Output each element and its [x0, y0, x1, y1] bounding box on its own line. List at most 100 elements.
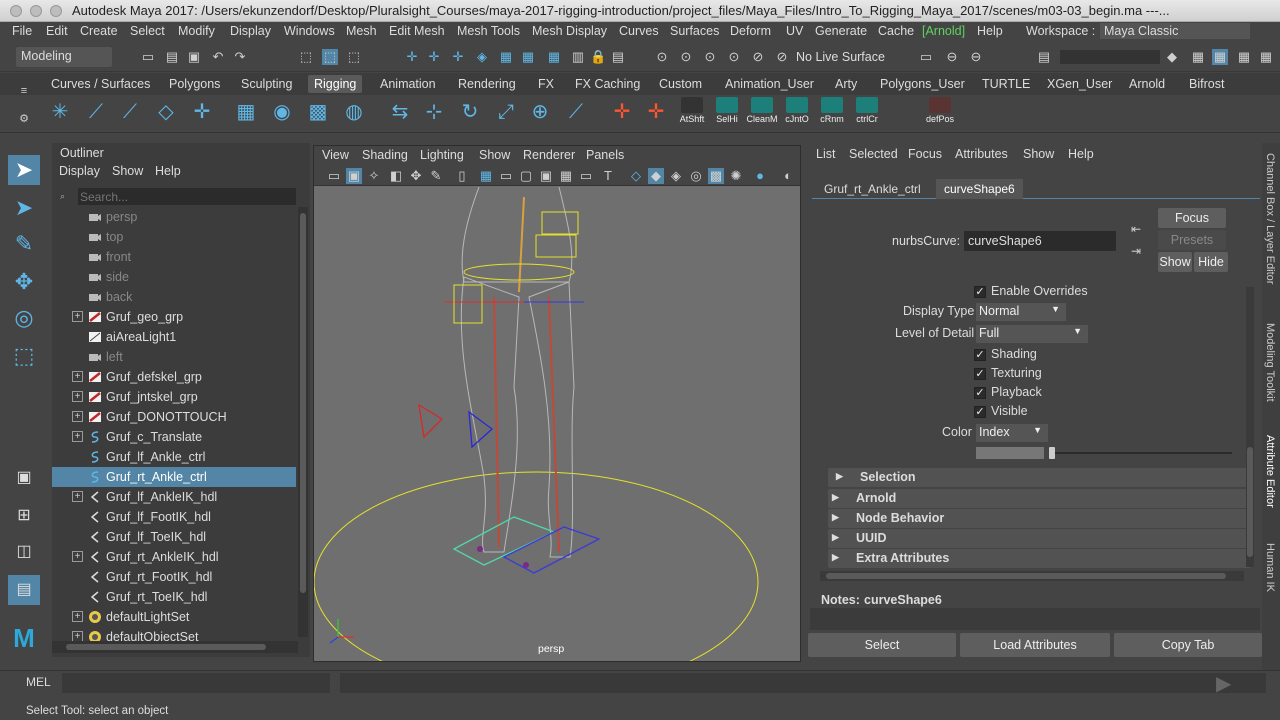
- shelf-tab-polygons-user[interactable]: Polygons_User: [880, 77, 965, 91]
- menu-mesh-display[interactable]: Mesh Display: [532, 24, 607, 38]
- menu-mesh[interactable]: Mesh: [346, 24, 377, 38]
- viewport-menu-renderer[interactable]: Renderer: [523, 148, 575, 162]
- pole-vector-icon[interactable]: ⟋: [562, 98, 590, 126]
- lattice-icon[interactable]: ▩: [304, 98, 332, 126]
- copy-tab-button[interactable]: Copy Tab: [1114, 633, 1262, 657]
- viewport-menu-view[interactable]: View: [322, 148, 349, 162]
- shelf-tab-rendering[interactable]: Rendering: [458, 77, 516, 91]
- shelf-tab-fx[interactable]: FX: [538, 77, 554, 91]
- menu-windows[interactable]: Windows: [284, 24, 335, 38]
- menu-curves[interactable]: Curves: [619, 24, 659, 38]
- outliner-item[interactable]: Gruf_lf_FootIK_hdl: [52, 507, 296, 527]
- lock-icon[interactable]: 🔒: [590, 49, 606, 65]
- paint-weights-icon[interactable]: ◉: [268, 98, 296, 126]
- tab-channel-box[interactable]: Channel Box / Layer Editor: [1264, 153, 1276, 284]
- menu-mesh-tools[interactable]: Mesh Tools: [457, 24, 520, 38]
- color-mode-dropdown[interactable]: Index ▼: [976, 424, 1048, 442]
- shelf-tab-animation[interactable]: Animation: [380, 77, 436, 91]
- expand-icon[interactable]: +: [72, 551, 83, 562]
- wireframe-icon[interactable]: ◇: [628, 168, 644, 184]
- expand-icon[interactable]: +: [72, 411, 83, 422]
- expand-icon[interactable]: +: [72, 371, 83, 382]
- presets-button[interactable]: Presets: [1158, 230, 1226, 250]
- shelf-tab-bifrost[interactable]: Bifrost: [1189, 77, 1224, 91]
- isolate-select-icon[interactable]: ◐: [780, 168, 796, 184]
- layer-editor-icon[interactable]: ▦: [1258, 49, 1274, 65]
- two-d-pan-icon[interactable]: ✥: [408, 168, 424, 184]
- menu-edit-mesh[interactable]: Edit Mesh: [389, 24, 445, 38]
- joint-tool-icon[interactable]: ✳: [46, 98, 74, 126]
- outliner-item[interactable]: persp: [52, 207, 296, 227]
- section-selection[interactable]: ▶ Selection: [828, 468, 1250, 487]
- construction-history-icon[interactable]: ▤: [610, 49, 626, 65]
- menu-file[interactable]: File: [12, 24, 32, 38]
- bookmark-icon[interactable]: ✧: [366, 168, 382, 184]
- visible-checkbox[interactable]: ✓: [974, 406, 986, 418]
- ae-menu-focus[interactable]: Focus: [908, 147, 942, 161]
- enable-overrides-checkbox[interactable]: ✓: [974, 286, 986, 298]
- outliner-search-input[interactable]: [78, 188, 296, 205]
- shelf-button-cjnto[interactable]: cJntO: [779, 97, 815, 129]
- node-name-field[interactable]: curveShape6: [964, 231, 1116, 251]
- select-hierarchy-icon[interactable]: ⬚: [298, 49, 314, 65]
- ae-h-scrollbar[interactable]: [820, 571, 1244, 581]
- outliner-item[interactable]: + Gruf_defskel_grp: [52, 367, 296, 387]
- outliner-item[interactable]: left: [52, 347, 296, 367]
- snap-point-icon[interactable]: ✛: [450, 49, 466, 65]
- expand-icon[interactable]: +: [72, 611, 83, 622]
- open-scene-icon[interactable]: ▤: [164, 49, 180, 65]
- menu-cache[interactable]: Cache: [878, 24, 914, 38]
- script-editor-icon[interactable]: ▶: [1216, 671, 1231, 696]
- snap-grid-icon[interactable]: ✛: [404, 49, 420, 65]
- sidebar-toggle-icon[interactable]: ▤: [1036, 49, 1052, 65]
- wireframe-on-shaded-icon[interactable]: ◈: [668, 168, 684, 184]
- locator-icon[interactable]: ✛: [188, 98, 216, 126]
- snap-plane-icon[interactable]: ◈: [474, 49, 490, 65]
- tab-human-ik[interactable]: Human IK: [1264, 543, 1276, 592]
- viewport-menu-shading[interactable]: Shading: [362, 148, 408, 162]
- hypershade-icon[interactable]: ⊘: [750, 49, 766, 65]
- close-window-button[interactable]: [10, 5, 22, 17]
- resolution-gate-icon[interactable]: ▢: [518, 168, 534, 184]
- menu-edit[interactable]: Edit: [46, 24, 68, 38]
- parent-constraint-icon[interactable]: ⇆: [386, 98, 414, 126]
- ae-menu-attributes[interactable]: Attributes: [955, 147, 1008, 161]
- menu-display[interactable]: Display: [230, 24, 271, 38]
- ae-menu-selected[interactable]: Selected: [849, 147, 898, 161]
- shelf-button-crnm[interactable]: cRnm: [814, 97, 850, 129]
- field-chart-icon[interactable]: ▦: [558, 168, 574, 184]
- smooth-shade-icon[interactable]: ◆: [648, 168, 664, 184]
- hide-button[interactable]: Hide: [1194, 252, 1228, 272]
- search-icon[interactable]: ⌕: [60, 191, 65, 202]
- use-all-lights-icon[interactable]: ✺: [728, 168, 744, 184]
- ae-tab-transform[interactable]: Gruf_rt_Ankle_ctrl: [820, 182, 925, 196]
- image-plane-icon[interactable]: ◧: [388, 168, 404, 184]
- outliner-item[interactable]: + Gruf_lf_AnkleIK_hdl: [52, 487, 296, 507]
- channel-box-icon[interactable]: ▦: [1190, 49, 1206, 65]
- outliner-item[interactable]: + Gruf_rt_AnkleIK_hdl: [52, 547, 296, 567]
- paint-select-tool-icon[interactable]: ✎: [8, 229, 40, 259]
- outliner-item[interactable]: aiAreaLight1: [52, 327, 296, 347]
- snap-live-icon[interactable]: ▦: [520, 49, 536, 65]
- magnet-icon[interactable]: ⊙: [654, 49, 670, 65]
- ae-v-scrollbar[interactable]: [1246, 287, 1254, 567]
- menu-help[interactable]: Help: [977, 24, 1003, 38]
- menu-create[interactable]: Create: [80, 24, 118, 38]
- shelf-button-defpos[interactable]: defPos: [922, 97, 958, 129]
- shelf-tab-rigging[interactable]: Rigging: [308, 75, 363, 93]
- menu-select[interactable]: Select: [130, 24, 165, 38]
- outliner-item[interactable]: front: [52, 247, 296, 267]
- film-gate-icon[interactable]: ▭: [498, 168, 514, 184]
- shadows-icon[interactable]: ●: [752, 168, 768, 184]
- textured-icon[interactable]: ◎: [688, 168, 704, 184]
- snap-curve-icon[interactable]: ✛: [426, 49, 442, 65]
- undo-icon[interactable]: ↶: [210, 49, 226, 65]
- shelf-tab-curves-surfaces[interactable]: Curves / Surfaces: [51, 77, 150, 91]
- viewport-menu-show[interactable]: Show: [479, 148, 510, 162]
- four-view-layout-icon[interactable]: ⊞: [8, 501, 40, 531]
- outliner-item[interactable]: Gruf_rt_Ankle_ctrl: [52, 467, 296, 487]
- workspace-selector[interactable]: Maya Classic: [1100, 23, 1250, 39]
- safe-title-icon[interactable]: T: [600, 168, 616, 184]
- aim-constraint-icon[interactable]: ⊕: [526, 98, 554, 126]
- outliner-h-scrollbar[interactable]: [52, 641, 298, 653]
